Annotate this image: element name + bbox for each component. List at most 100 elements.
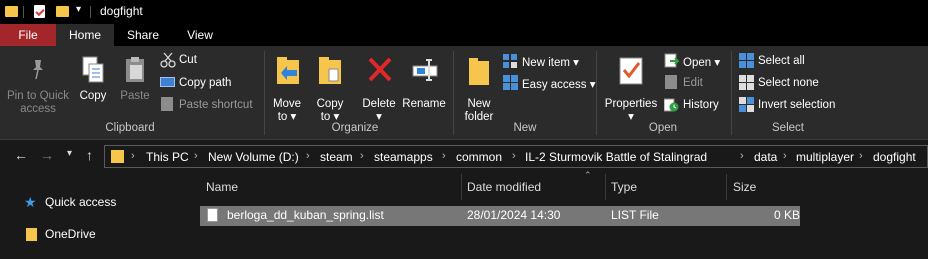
tab-home[interactable]: Home [56, 24, 114, 46]
paste-button[interactable]: Paste [116, 54, 154, 104]
breadcrumb-chevron-icon[interactable]: › [783, 150, 787, 162]
table-row[interactable]: berloga_dd_kuban_spring.list 28/01/2024 … [200, 206, 800, 226]
history-label: History [683, 99, 719, 111]
copy-to-button[interactable]: Copy to ▾ [312, 54, 348, 123]
divider [90, 6, 91, 18]
file-type: LIST File [611, 208, 659, 222]
move-to-icon [275, 56, 301, 89]
organize-group-label: Organize [331, 122, 379, 134]
tab-view[interactable]: View [172, 24, 228, 46]
breadcrumb-chevron-icon[interactable]: › [360, 150, 364, 162]
new-folder-button[interactable]: New folder [458, 54, 500, 123]
file-icon [207, 208, 218, 222]
chevron-down-icon: ▾ [714, 57, 721, 69]
column-separator[interactable] [461, 174, 462, 200]
paste-shortcut-label: Paste shortcut [179, 99, 253, 111]
star-icon: ★ [24, 194, 37, 210]
select-none-icon [739, 75, 754, 93]
edit-icon [665, 75, 677, 89]
rename-label: Rename [402, 98, 446, 110]
rename-icon [411, 58, 439, 85]
tab-share[interactable]: Share [114, 24, 172, 46]
folder-icon [26, 228, 37, 241]
new-item-text: New item [522, 57, 570, 69]
chevron-down-icon: ▾ [573, 57, 579, 69]
copy-label: Copy [79, 90, 107, 102]
scissors-icon [160, 52, 176, 71]
breadcrumb-chevron-icon[interactable]: › [859, 150, 863, 162]
new-group-label: New [513, 122, 537, 134]
select-all-icon [739, 53, 754, 71]
sort-chevron-icon: ⌃ [584, 170, 592, 180]
clipboard-group-label: Clipboard [105, 122, 155, 134]
edit-label: Edit [683, 77, 703, 89]
breadcrumb-common[interactable]: common [456, 150, 502, 164]
invert-selection-icon [739, 97, 754, 115]
breadcrumb-chevron-icon[interactable]: › [512, 150, 516, 162]
breadcrumb-steamapps[interactable]: steamapps [374, 150, 433, 164]
paste-icon [124, 56, 148, 87]
tab-file[interactable]: File [0, 24, 56, 46]
rename-button[interactable]: Rename [402, 54, 446, 110]
breadcrumb-multiplayer[interactable]: multiplayer [796, 150, 854, 164]
delete-button[interactable]: Delete ▾ [360, 54, 398, 123]
move-to-button[interactable]: Move to ▾ [270, 54, 304, 123]
chevron-down-icon: ▾ [589, 79, 596, 91]
chevron-down-icon: ▾ [290, 111, 297, 123]
folder-icon [111, 150, 124, 163]
sidebar-item-label: OneDrive [45, 227, 96, 241]
back-arrow-icon[interactable]: ← [14, 147, 28, 163]
up-arrow-icon[interactable]: ↑ [86, 147, 93, 163]
properties-quick-icon[interactable] [34, 5, 45, 18]
column-separator[interactable] [726, 174, 727, 200]
copy-to-icon [317, 56, 343, 89]
sidebar-item-label: Quick access [45, 195, 117, 209]
copy-path-label: Copy path [179, 77, 232, 89]
address-bar[interactable]: › This PC › New Volume (D:) › steam › st… [104, 145, 928, 168]
column-separator[interactable] [605, 174, 606, 200]
group-separator [453, 51, 454, 135]
breadcrumb-chevron-icon[interactable]: › [306, 150, 310, 162]
move-to-label-2-text: to [277, 111, 288, 123]
properties-label: Properties [604, 98, 658, 110]
paste-shortcut-icon [161, 97, 173, 111]
recent-locations-chevron-icon[interactable]: ▾ [67, 148, 72, 159]
ribbon: Pin to Quick access Copy Paste Cut Copy … [0, 46, 928, 140]
breadcrumb-chevron-icon[interactable]: › [194, 150, 198, 162]
title-bar: ▾ dogfight [0, 0, 928, 24]
column-header-name[interactable]: Name [206, 178, 238, 200]
new-folder-quick-icon[interactable] [56, 6, 69, 17]
file-date: 28/01/2024 14:30 [467, 208, 561, 222]
properties-button[interactable]: Properties ▾ [601, 54, 661, 123]
open-text: Open [683, 57, 712, 69]
breadcrumb-new-volume[interactable]: New Volume (D:) [208, 150, 299, 164]
copy-to-label-1: Copy [316, 98, 344, 110]
breadcrumb-steam[interactable]: steam [320, 150, 353, 164]
copy-path-icon [160, 77, 175, 87]
easy-access-icon [503, 75, 518, 93]
pin-to-quick-access-button[interactable]: Pin to Quick access [4, 54, 72, 116]
breadcrumb-chevron-icon[interactable]: › [442, 150, 446, 162]
window-title: dogfight [100, 4, 143, 18]
forward-arrow-icon[interactable]: → [40, 147, 54, 163]
file-size: 0 KB [774, 208, 801, 222]
move-to-label-2: to ▾ [270, 111, 304, 124]
file-name: berloga_dd_kuban_spring.list [227, 208, 384, 222]
folder-icon [5, 6, 18, 17]
group-separator [264, 51, 265, 135]
pin-label-2: access [20, 103, 56, 115]
breadcrumb-il2[interactable]: IL-2 Sturmovik Battle of Stalingrad [525, 150, 707, 164]
copy-button[interactable]: Copy [76, 54, 110, 104]
breadcrumb-chevron-icon[interactable]: › [131, 150, 135, 162]
select-all-label: Select all [758, 55, 805, 67]
column-header-date[interactable]: Date modified [467, 178, 541, 200]
breadcrumb-chevron-icon[interactable]: › [740, 150, 744, 162]
breadcrumb-this-pc[interactable]: This PC [146, 150, 189, 164]
customize-quick-access-icon[interactable]: ▾ [76, 4, 81, 15]
column-header-size[interactable]: Size [733, 178, 756, 200]
breadcrumb-dogfight[interactable]: dogfight [873, 150, 916, 164]
move-to-label-1: Move [272, 98, 302, 110]
open-icon [664, 53, 680, 71]
column-header-type[interactable]: Type [611, 178, 637, 200]
breadcrumb-data[interactable]: data [754, 150, 777, 164]
